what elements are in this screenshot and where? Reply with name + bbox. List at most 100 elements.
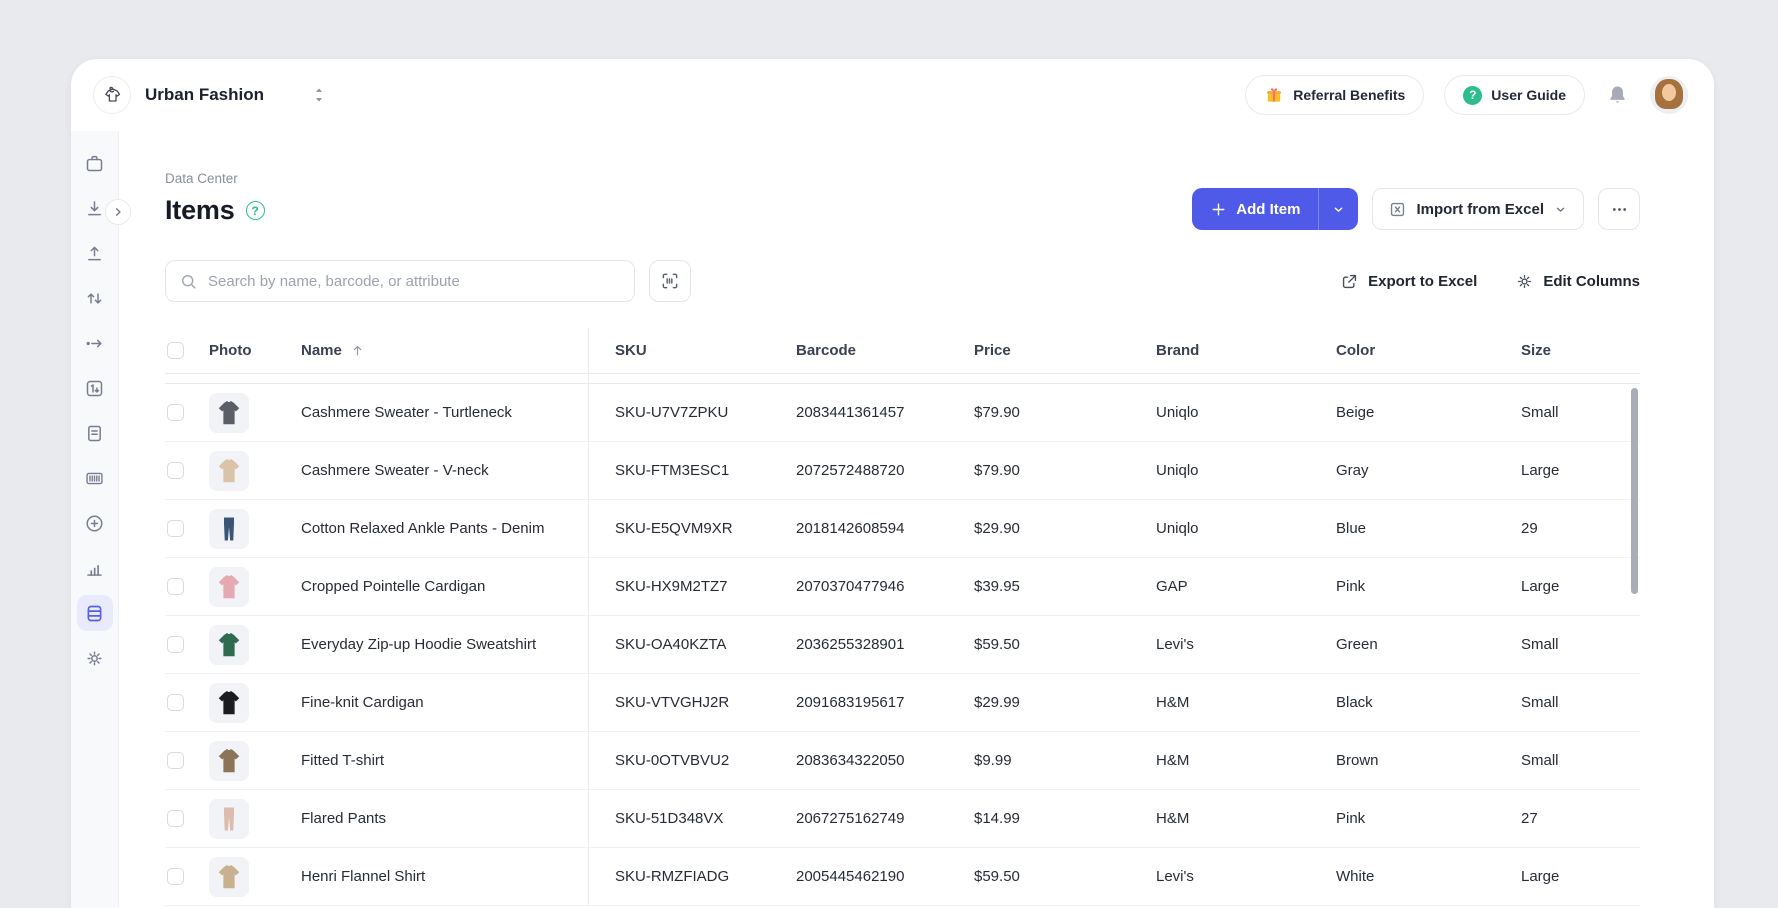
row-checkbox[interactable] <box>167 694 184 711</box>
column-header-sku[interactable]: SKU <box>615 342 796 359</box>
table-rows-icon <box>84 603 105 624</box>
page-help-icon[interactable]: ? <box>246 201 265 220</box>
vertical-scrollbar-thumb[interactable] <box>1631 388 1638 594</box>
item-size: Large <box>1521 578 1640 595</box>
body: Data Center Items ? <box>71 131 1714 908</box>
table-row[interactable]: Cashmere Sweater - V-neck SKU-FTM3ESC1 2… <box>165 442 1640 500</box>
row-checkbox[interactable] <box>167 810 184 827</box>
sidebar-item-data-center[interactable] <box>77 595 113 631</box>
item-sku: SKU-0OTVBVU2 <box>615 752 796 769</box>
workspace-switcher[interactable] <box>312 86 326 104</box>
table-row[interactable]: Flared Pants SKU-51D348VX 2067275162749 … <box>165 790 1640 848</box>
more-actions-button[interactable] <box>1598 188 1640 230</box>
sidebar-item-stock-out[interactable] <box>77 235 113 271</box>
toolbar-right: Export to Excel Edit Columns <box>1340 272 1640 291</box>
barcode-scan-button[interactable] <box>649 260 691 302</box>
column-header-color[interactable]: Color <box>1336 342 1521 359</box>
document-icon <box>84 423 105 444</box>
package-icon <box>84 153 105 174</box>
sidebar-item-transfer[interactable] <box>77 325 113 361</box>
numbered-sort-icon <box>84 378 105 399</box>
edit-columns-button[interactable]: Edit Columns <box>1515 272 1640 291</box>
export-to-excel-button[interactable]: Export to Excel <box>1340 272 1477 291</box>
table-body: Cashmere Sweater - Turtleneck SKU-U7V7ZP… <box>165 383 1640 906</box>
item-size: 29 <box>1521 520 1640 537</box>
search-box <box>165 260 635 302</box>
help-circle-icon: ? <box>1463 86 1482 105</box>
item-barcode: 2018142608594 <box>796 520 974 537</box>
column-header-brand[interactable]: Brand <box>1156 342 1336 359</box>
referral-benefits-button[interactable]: Referral Benefits <box>1245 75 1424 115</box>
row-checkbox[interactable] <box>167 578 184 595</box>
row-checkbox[interactable] <box>167 520 184 537</box>
add-item-button[interactable]: Add Item <box>1192 188 1318 230</box>
garment-top-image <box>214 630 244 660</box>
item-barcode: 2091683195617 <box>796 694 974 711</box>
edit-columns-label: Edit Columns <box>1543 273 1640 290</box>
item-price: $79.90 <box>974 404 1156 421</box>
sidebar-item-settings[interactable] <box>77 640 113 676</box>
import-from-excel-label: Import from Excel <box>1416 201 1544 218</box>
item-brand: GAP <box>1156 578 1336 595</box>
notifications-bell-icon[interactable] <box>1605 83 1630 108</box>
item-brand: Levi's <box>1156 868 1336 885</box>
table-row[interactable]: Cropped Pointelle Cardigan SKU-HX9M2TZ7 … <box>165 558 1640 616</box>
sidebar-item-labels[interactable] <box>77 460 113 496</box>
column-header-name[interactable]: Name <box>301 342 615 359</box>
item-price: $14.99 <box>974 810 1156 827</box>
items-table: Photo Name SKU Barcode Price Brand Color <box>165 328 1640 906</box>
user-guide-button[interactable]: ? User Guide <box>1444 75 1585 115</box>
item-name: Henri Flannel Shirt <box>301 868 615 885</box>
table-row[interactable]: Cashmere Sweater - Turtleneck SKU-U7V7ZP… <box>165 384 1640 442</box>
select-all-checkbox[interactable] <box>167 342 184 359</box>
page-header: Data Center Items ? <box>165 171 1640 230</box>
row-checkbox[interactable] <box>167 404 184 421</box>
row-checkbox[interactable] <box>167 636 184 653</box>
workspace-logo[interactable] <box>93 76 131 114</box>
item-photo <box>209 567 249 607</box>
column-header-size[interactable]: Size <box>1521 342 1640 359</box>
item-barcode: 2072572488720 <box>796 462 974 479</box>
table-row[interactable]: Cotton Relaxed Ankle Pants - Denim SKU-E… <box>165 500 1640 558</box>
item-sku: SKU-U7V7ZPKU <box>615 404 796 421</box>
item-brand: H&M <box>1156 810 1336 827</box>
row-checkbox[interactable] <box>167 752 184 769</box>
item-barcode: 2083634322050 <box>796 752 974 769</box>
column-header-photo[interactable]: Photo <box>201 342 301 359</box>
table-row[interactable]: Fitted T-shirt SKU-0OTVBVU2 208363432205… <box>165 732 1640 790</box>
row-checkbox[interactable] <box>167 462 184 479</box>
garment-top-image <box>214 398 244 428</box>
sidebar-item-adjust[interactable] <box>77 280 113 316</box>
import-from-excel-button[interactable]: Import from Excel <box>1372 188 1584 230</box>
sidebar-item-count[interactable] <box>77 370 113 406</box>
sidebar-expand-button[interactable] <box>105 199 131 225</box>
column-header-barcode[interactable]: Barcode <box>796 342 974 359</box>
add-item-dropdown-button[interactable] <box>1318 188 1358 230</box>
table-header-row: Photo Name SKU Barcode Price Brand Color <box>165 328 1640 374</box>
item-name: Flared Pants <box>301 810 615 827</box>
item-brand: Levi's <box>1156 636 1336 653</box>
table-row[interactable]: Henri Flannel Shirt SKU-RMZFIADG 2005445… <box>165 848 1640 906</box>
item-sku: SKU-OA40KZTA <box>615 636 796 653</box>
sort-asc-arrow-icon <box>350 343 365 358</box>
user-avatar[interactable] <box>1650 76 1688 114</box>
column-header-price[interactable]: Price <box>974 342 1156 359</box>
search-input[interactable] <box>208 273 621 290</box>
sidebar-item-products[interactable] <box>77 145 113 181</box>
table-row[interactable]: Fine-knit Cardigan SKU-VTVGHJ2R 20916831… <box>165 674 1640 732</box>
sidebar-item-add[interactable] <box>77 505 113 541</box>
item-size: Large <box>1521 868 1640 885</box>
table-row[interactable]: Everyday Zip-up Hoodie Sweatshirt SKU-OA… <box>165 616 1640 674</box>
sidebar-item-reports[interactable] <box>77 550 113 586</box>
sort-arrows-icon <box>84 288 105 309</box>
add-item-split-button: Add Item <box>1192 188 1358 230</box>
item-brand: H&M <box>1156 752 1336 769</box>
header-actions: Add Item <box>1192 188 1640 230</box>
plus-icon <box>1210 201 1227 218</box>
referral-benefits-label: Referral Benefits <box>1293 87 1405 103</box>
row-checkbox[interactable] <box>167 868 184 885</box>
sidebar <box>71 131 119 908</box>
item-color: Beige <box>1336 404 1521 421</box>
sidebar-item-orders[interactable] <box>77 415 113 451</box>
item-price: $79.90 <box>974 462 1156 479</box>
